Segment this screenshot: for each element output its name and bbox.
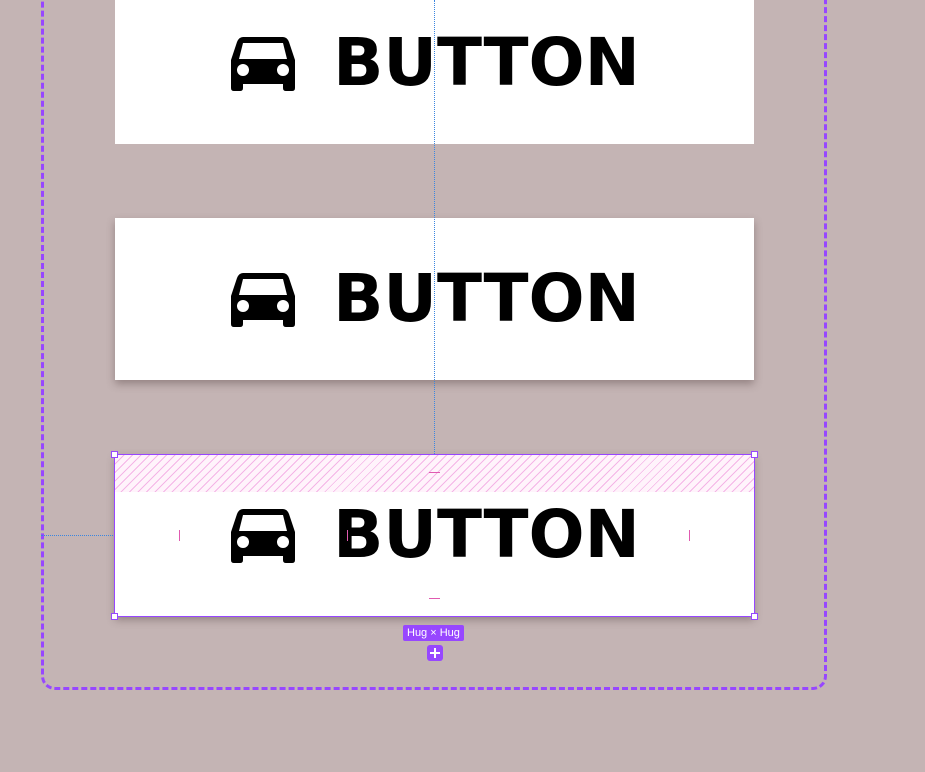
padding-right-marker[interactable] (689, 530, 690, 541)
padding-left-marker[interactable] (179, 530, 180, 541)
top-padding-overlay[interactable] (115, 455, 754, 492)
button-label: BUTTON (333, 496, 640, 573)
car-icon (231, 273, 296, 327)
car-icon (231, 37, 296, 91)
add-item-button[interactable] (427, 645, 443, 661)
padding-top-marker[interactable] (429, 472, 440, 473)
resize-handle-bottom-left[interactable] (111, 613, 118, 620)
spacing-guide-horizontal (41, 535, 115, 536)
button-label: BUTTON (333, 260, 640, 337)
padding-bottom-marker[interactable] (429, 598, 440, 599)
resize-handle-top-right[interactable] (751, 451, 758, 458)
button-label: BUTTON (333, 24, 640, 101)
resizing-mode-badge[interactable]: Hug × Hug (403, 625, 464, 641)
resize-handle-top-left[interactable] (111, 451, 118, 458)
item-gap-marker[interactable] (347, 530, 348, 541)
resize-handle-bottom-right[interactable] (751, 613, 758, 620)
center-guide-vertical (434, 0, 435, 454)
car-icon (231, 509, 296, 563)
